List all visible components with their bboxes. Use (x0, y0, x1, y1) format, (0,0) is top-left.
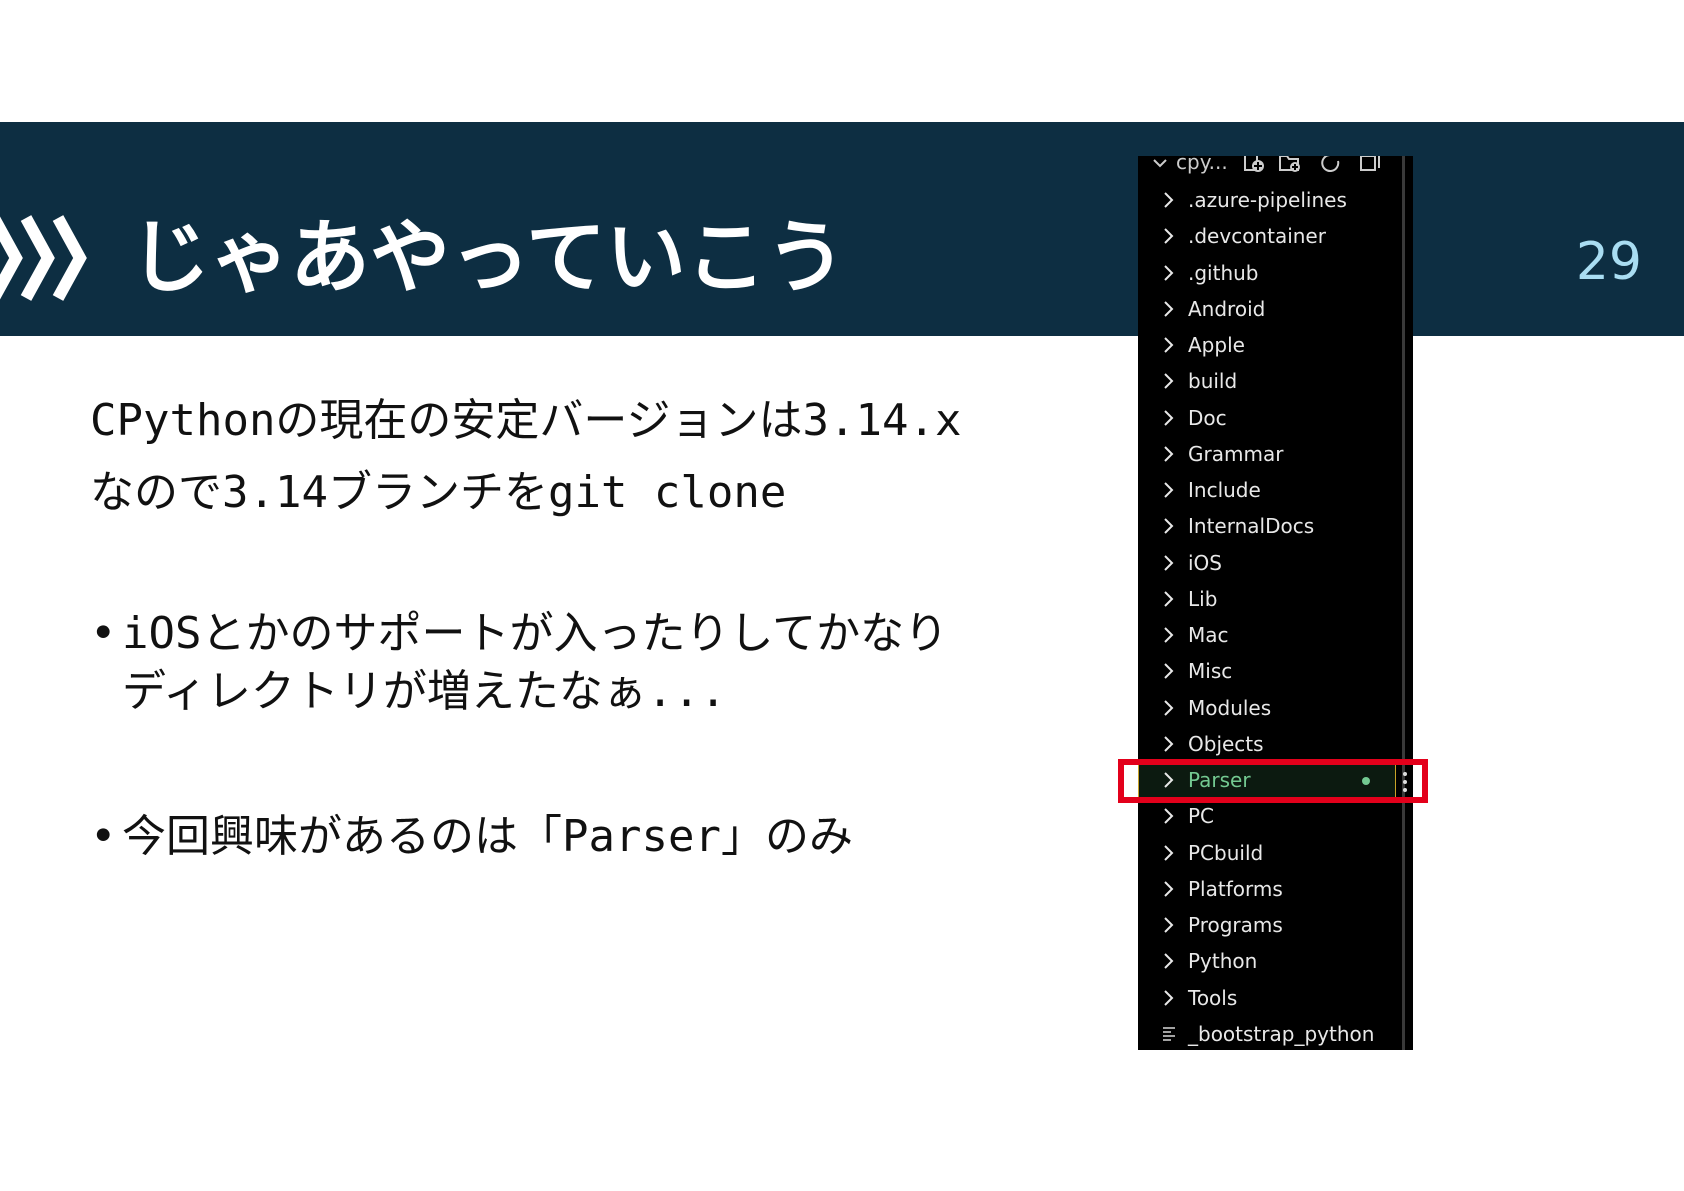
intro-line: CPythonの現在の安定バージョンは3.14.x (90, 395, 962, 446)
bullet-item: • 今回興味があるのは「Parser」のみ (90, 808, 1070, 866)
chevron-right-icon[interactable] (1162, 226, 1176, 246)
tree-item-label: Programs (1188, 913, 1283, 937)
chevron-right-icon[interactable] (1162, 516, 1176, 536)
tree-item-platforms[interactable]: Platforms (1138, 871, 1396, 907)
file-explorer: cpy... .azure-pipelines .devcontainer .g… (1138, 156, 1413, 1050)
tree-item-label: PC (1188, 804, 1215, 829)
tree-item-label: Python (1188, 949, 1258, 974)
tree-item-bootstrap-python[interactable]: _bootstrap_python (1138, 1016, 1396, 1050)
chevron-right-icon[interactable] (1162, 299, 1176, 319)
page-number: 29 (1575, 232, 1642, 292)
tree-item-label: InternalDocs (1188, 514, 1315, 539)
tree-item-azure-pipelines[interactable]: .azure-pipelines (1138, 182, 1396, 218)
explorer-root-label[interactable]: cpy... (1176, 156, 1228, 174)
tree-item-label: Platforms (1188, 876, 1283, 901)
tree-item-label: Android (1188, 296, 1266, 321)
intro-text: CPythonの現在の安定バージョンは3.14.x なので3.14ブランチをgi… (90, 385, 1050, 529)
intro-line: なので3.14ブランチをgit clone (90, 467, 787, 518)
bullet-item: • iOSとかのサポートが入ったりしてかなり ディレクトリが増えたなぁ... (90, 605, 1070, 721)
chevron-right-icon[interactable] (1162, 915, 1176, 935)
tree-item-label: .azure-pipelines (1188, 188, 1347, 212)
slide: じゃあやっていこう 29 CPythonの現在の安定バージョンは3.14.x な… (0, 0, 1684, 1191)
tree-item-label: Mac (1188, 623, 1229, 647)
tree-item-tools[interactable]: Tools (1138, 980, 1396, 1016)
chevron-right-icon[interactable] (1162, 190, 1176, 210)
tree-item-github[interactable]: .github (1138, 255, 1396, 291)
bullet-marker: • (90, 608, 117, 659)
chevron-right-icon[interactable] (1162, 335, 1176, 355)
chevron-right-icon[interactable] (1162, 263, 1176, 283)
chevron-right-icon[interactable] (1162, 444, 1176, 464)
tree-item-grammar[interactable]: Grammar (1138, 436, 1396, 472)
tree-item-apple[interactable]: Apple (1138, 327, 1396, 363)
tree-item-label: Objects (1188, 731, 1264, 756)
tree-item-lib[interactable]: Lib (1138, 581, 1396, 617)
chevron-right-icon[interactable] (1162, 734, 1176, 754)
tree-item-label: Doc (1188, 405, 1227, 430)
text-file-icon (1163, 1026, 1175, 1041)
tree-item-label: Tools (1188, 985, 1238, 1010)
chevron-right-icon[interactable] (1162, 408, 1176, 428)
tree-item-label: PCbuild (1188, 840, 1264, 865)
chevron-right-icon[interactable] (1162, 589, 1176, 609)
slide-title: じゃあやっていこう (130, 211, 846, 304)
tree-item-ios[interactable]: iOS (1138, 545, 1396, 581)
tree-item-build[interactable]: build (1138, 363, 1396, 399)
bullet-line: ディレクトリが増えたなぁ... (122, 666, 727, 717)
tree-item-mac[interactable]: Mac (1138, 617, 1396, 653)
chevron-right-icon[interactable] (1162, 480, 1176, 500)
tree-item-misc[interactable]: Misc (1138, 653, 1396, 689)
parser-highlight-box (1118, 759, 1428, 803)
tree-item-label: _bootstrap_python (1188, 1021, 1375, 1046)
tree-item-label: .github (1188, 260, 1259, 285)
tree-item-python[interactable]: Python (1138, 943, 1396, 979)
tree-item-pc[interactable]: PC (1138, 798, 1396, 834)
tree-item-label: build (1188, 369, 1238, 394)
bullet-line: 今回興味があるのは「Parser」のみ (122, 811, 853, 862)
chevron-right-icon[interactable] (1162, 553, 1176, 573)
refresh-icon[interactable] (1318, 156, 1342, 174)
collapse-all-icon[interactable] (1358, 156, 1382, 174)
chevron-right-icon[interactable] (1162, 371, 1176, 391)
title-chevrons-icon (0, 215, 87, 301)
tree-item-label: Include (1188, 478, 1261, 502)
tree-item-internaldocs[interactable]: InternalDocs (1138, 508, 1396, 544)
explorer-scrollbar[interactable] (1402, 156, 1405, 1050)
chevron-right-icon[interactable] (1162, 661, 1176, 681)
tree-item-label: Misc (1188, 659, 1233, 684)
more-actions-icon[interactable] (1402, 768, 1408, 796)
tree-item-programs[interactable]: Programs (1138, 907, 1396, 943)
tree-item-modules[interactable]: Modules (1138, 690, 1396, 726)
chevron-right-icon[interactable] (1162, 806, 1176, 826)
chevron-right-icon[interactable] (1162, 879, 1176, 899)
chevron-down-icon[interactable] (1152, 156, 1168, 172)
chevron-right-icon[interactable] (1162, 625, 1176, 645)
explorer-header: cpy... (1138, 156, 1413, 178)
tree-item-objects[interactable]: Objects (1138, 726, 1396, 762)
tree-item-devcontainer[interactable]: .devcontainer (1138, 218, 1396, 254)
bullet-line: iOSとかのサポートが入ったりしてかなり (122, 608, 949, 659)
tree-item-pcbuild[interactable]: PCbuild (1138, 835, 1396, 871)
tree-item-label: Lib (1188, 586, 1218, 611)
chevron-right-icon[interactable] (1162, 698, 1176, 718)
tree-item-include[interactable]: Include (1138, 472, 1396, 508)
chevron-right-icon[interactable] (1162, 988, 1176, 1008)
tree-item-label: iOS (1188, 550, 1222, 575)
new-folder-icon[interactable] (1278, 156, 1302, 174)
chevron-right-icon[interactable] (1162, 843, 1176, 863)
tree-item-doc[interactable]: Doc (1138, 400, 1396, 436)
tree-item-label: Apple (1188, 333, 1245, 357)
chevron-right-icon[interactable] (1162, 951, 1176, 971)
tree-item-label: Grammar (1188, 441, 1284, 466)
tree-item-label: Modules (1188, 695, 1272, 720)
tree-item-android[interactable]: Android (1138, 291, 1396, 327)
new-file-icon[interactable] (1242, 156, 1266, 174)
bullet-marker: • (90, 811, 117, 862)
tree-item-label: .devcontainer (1188, 224, 1326, 249)
